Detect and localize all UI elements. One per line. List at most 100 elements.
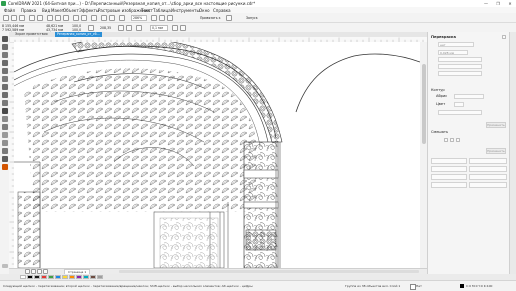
option-field-1[interactable] <box>431 158 467 164</box>
recolor-field-1[interactable]: нет <box>438 42 474 47</box>
swatch-3[interactable] <box>41 275 47 279</box>
option-field-5[interactable] <box>431 174 467 180</box>
swatch-4[interactable] <box>48 275 54 279</box>
launch-dropdown[interactable]: Запуск <box>246 16 258 20</box>
new-document-icon[interactable] <box>3 14 9 21</box>
full-screen-icon[interactable] <box>151 14 157 21</box>
option-field-4[interactable] <box>469 166 507 172</box>
swatch-5[interactable] <box>55 275 61 279</box>
menu-object[interactable]: Объект <box>63 8 79 13</box>
grid-icon[interactable] <box>167 14 173 21</box>
option-field-3[interactable] <box>431 166 467 172</box>
print-icon[interactable] <box>37 14 43 21</box>
snap-to-dropdown[interactable]: Привязать к <box>200 16 221 20</box>
menu-tools[interactable]: Инструменты <box>171 8 200 13</box>
transparency-tool-icon[interactable] <box>1 140 8 146</box>
apply-button-1[interactable]: Применить <box>486 122 506 128</box>
option-field-7[interactable] <box>431 182 467 188</box>
recolor-field-4[interactable] <box>438 64 482 69</box>
maximize-button[interactable]: ❐ <box>492 0 504 7</box>
redo-icon[interactable] <box>81 14 87 21</box>
cut-icon[interactable] <box>47 14 53 21</box>
swatch-1[interactable] <box>27 275 33 279</box>
recolor-field-2[interactable]: 0,028 мм <box>438 50 468 55</box>
menu-table[interactable]: Таблица <box>153 8 171 13</box>
outline-width-select[interactable]: 0,1 мм <box>150 24 168 31</box>
menu-view[interactable]: Вид <box>42 8 50 13</box>
smart-fill-tool-icon[interactable] <box>1 164 8 170</box>
mirror-horizontal-icon[interactable] <box>118 24 124 31</box>
rotation-angle-field[interactable]: 208,35 <box>100 26 111 30</box>
import-icon[interactable] <box>101 14 107 21</box>
copy-icon[interactable] <box>55 14 61 21</box>
parallel-dimension-tool-icon[interactable] <box>1 116 8 122</box>
undo-icon[interactable] <box>73 14 79 21</box>
swatch-0[interactable] <box>20 275 26 279</box>
lock-ratio-icon[interactable] <box>88 24 94 31</box>
minimize-button[interactable]: — <box>480 0 492 7</box>
menu-file[interactable]: Файл <box>4 8 15 13</box>
drawing-canvas[interactable] <box>14 42 420 268</box>
color-eyedropper-tool-icon[interactable] <box>1 148 8 154</box>
interactive-fill-tool-icon[interactable] <box>1 156 8 162</box>
vertical-scrollbar[interactable] <box>420 42 427 268</box>
options-gear-icon[interactable] <box>226 14 232 21</box>
add-tool-icon[interactable] <box>1 264 8 268</box>
shape-tool-icon[interactable] <box>1 44 8 50</box>
swatch-2[interactable] <box>34 275 40 279</box>
pick-tool-icon[interactable] <box>1 36 8 42</box>
color-picker[interactable] <box>454 102 464 107</box>
text-tool-icon[interactable] <box>1 108 8 114</box>
option-field-8[interactable] <box>469 182 507 188</box>
horizontal-scrollbar[interactable] <box>119 270 419 273</box>
swatch-7[interactable] <box>69 275 75 279</box>
mirror-vertical-icon[interactable] <box>126 24 132 31</box>
artistic-media-tool-icon[interactable] <box>1 76 8 82</box>
drop-shadow-tool-icon[interactable] <box>1 132 8 138</box>
swatch-11[interactable] <box>97 275 103 279</box>
apply-button-2[interactable]: Применить <box>486 148 506 154</box>
pdf-icon[interactable] <box>119 14 125 21</box>
export-icon[interactable] <box>109 14 115 21</box>
save-icon[interactable] <box>19 14 25 21</box>
zoom-tool-icon[interactable] <box>1 60 8 66</box>
menu-effects[interactable]: Эффекты <box>79 8 99 13</box>
menu-text[interactable]: Текст <box>141 8 153 13</box>
wrap-text-icon[interactable] <box>172 24 178 31</box>
rectangle-tool-icon[interactable] <box>1 84 8 90</box>
search-icon[interactable] <box>91 14 97 21</box>
paste-icon[interactable] <box>63 14 69 21</box>
scrollbar-thumb[interactable] <box>421 64 426 144</box>
docker-tabs[interactable] <box>509 32 516 274</box>
recolor-field-3[interactable] <box>438 57 482 62</box>
fill-status: Нет <box>416 284 422 288</box>
recolor-field-6[interactable] <box>438 110 482 115</box>
option-field-6[interactable] <box>469 174 507 180</box>
to-front-icon[interactable] <box>180 24 186 31</box>
connector-tool-icon[interactable] <box>1 124 8 130</box>
ellipse-tool-icon[interactable] <box>1 92 8 98</box>
swatch-10[interactable] <box>90 275 96 279</box>
recolor-field-5[interactable] <box>438 71 482 76</box>
swatch-8[interactable] <box>76 275 82 279</box>
combine-option-3-icon[interactable] <box>456 138 460 142</box>
polygon-tool-icon[interactable] <box>1 100 8 106</box>
rulers-icon[interactable] <box>159 14 165 21</box>
option-field-2[interactable] <box>469 158 507 164</box>
group-icon[interactable] <box>136 24 142 31</box>
swatch-9[interactable] <box>83 275 89 279</box>
crop-tool-icon[interactable] <box>1 52 8 58</box>
menu-help[interactable]: Справка <box>213 8 231 13</box>
outline-value-field[interactable] <box>454 94 484 99</box>
combine-option-1-icon[interactable] <box>444 138 448 142</box>
zoom-select[interactable]: 286% <box>131 14 147 21</box>
combine-option-2-icon[interactable] <box>450 138 454 142</box>
docker-close-icon[interactable] <box>502 35 506 39</box>
menu-edit[interactable]: Правка <box>21 8 36 13</box>
freehand-tool-icon[interactable] <box>1 68 8 74</box>
menu-window[interactable]: Окно <box>199 8 210 13</box>
cloud-icon[interactable] <box>29 14 35 21</box>
open-icon[interactable] <box>11 14 17 21</box>
swatch-6[interactable] <box>62 275 68 279</box>
close-button[interactable]: ✕ <box>504 0 516 7</box>
